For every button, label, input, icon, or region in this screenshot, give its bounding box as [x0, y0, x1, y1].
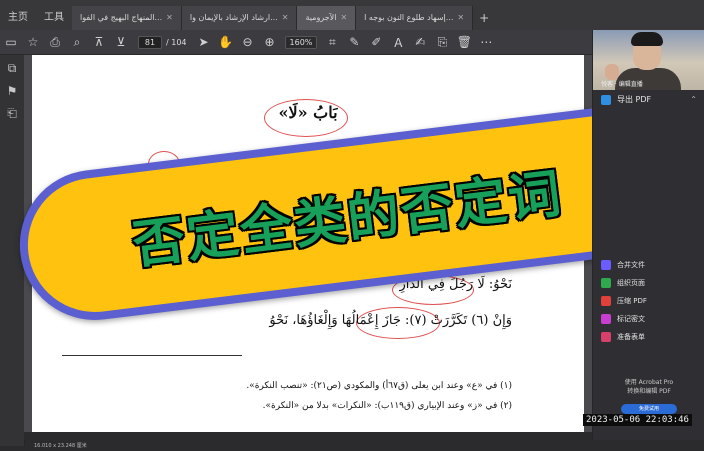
text-edit-icon[interactable]: Ａ: [387, 32, 409, 52]
zoom-out-icon[interactable]: ⊖: [237, 32, 259, 52]
tool-prepare-form[interactable]: 准备表单: [601, 328, 701, 346]
tool-combine-files[interactable]: 合并文件: [601, 256, 701, 274]
tool-label: 准备表单: [617, 333, 645, 341]
bookmark-star-icon[interactable]: ☆: [22, 32, 44, 52]
prev-page-icon[interactable]: ⊼: [88, 32, 110, 52]
close-icon[interactable]: ✕: [340, 6, 347, 30]
right-panel: 悦客 · 编辑直播 导出 PDF ⌃ 合并文件 组织页面 压缩 PDF 标记密文…: [592, 30, 704, 440]
highlight-icon[interactable]: ✐: [365, 32, 387, 52]
comment-icon[interactable]: ✎: [343, 32, 365, 52]
redact-icon: [601, 314, 611, 324]
thumbnails-icon[interactable]: ⧉: [8, 61, 17, 76]
status-bar: 16.010 x 23.248 厘米: [24, 432, 592, 449]
attachments-icon[interactable]: ⎗: [7, 106, 17, 121]
tool-redact[interactable]: 标记密文: [601, 310, 701, 328]
tab-label: ارشاد الإرشاد بالإيمان وا...: [189, 13, 278, 22]
webcam-caption: 悦客 · 编辑直播: [601, 81, 643, 88]
tab-bar: 主页 工具 المنهاج البهيج في الفوا... ✕ ارشاد …: [0, 0, 704, 30]
page-number-input[interactable]: 81: [138, 35, 162, 49]
search-icon[interactable]: ⌕: [66, 32, 88, 52]
footnote-divider: [62, 355, 242, 356]
promo-line: 使用 Acrobat Pro: [624, 379, 674, 386]
zoom-level[interactable]: 160%: [284, 35, 318, 49]
combine-files-icon: [601, 260, 611, 270]
tab-document-1[interactable]: المنهاج البهيج في الفوا... ✕: [72, 6, 182, 30]
presenter-hand: [605, 64, 619, 80]
page-indicator: 81 / 104: [138, 35, 187, 49]
page-total: / 104: [166, 37, 187, 47]
organize-pages-icon: [601, 278, 611, 288]
tool-label: 合并文件: [617, 261, 645, 269]
close-icon[interactable]: ✕: [166, 6, 173, 30]
toolbar: ▭ ☆ ⎙ ⌕ ⊼ ⊻ 81 / 104 ➤ ✋ ⊖ ⊕ 160% ⌗ ✎ ✐ …: [0, 30, 592, 55]
next-page-icon[interactable]: ⊻: [110, 32, 132, 52]
print-icon[interactable]: ⎙: [44, 32, 66, 52]
more-icon[interactable]: ⋯: [475, 32, 497, 52]
export-pdf-label: 导出 PDF: [617, 95, 652, 104]
new-file-icon[interactable]: ▭: [0, 32, 22, 52]
tab-document-4[interactable]: إسهاد طلوع النون بوجه ا... ✕: [356, 6, 474, 30]
timestamp-overlay: 2023-05-06 22:03:46: [583, 414, 692, 426]
bookmarks-icon[interactable]: ⚑: [7, 84, 18, 98]
close-icon[interactable]: ✕: [282, 6, 289, 30]
free-trial-button[interactable]: 免费试用: [621, 404, 677, 414]
tool-label: 标记密文: [617, 315, 645, 323]
footnote: (٢) في «ز» وعند الإبياري (ق١١٩ب): «النكر…: [262, 401, 512, 411]
compress-pdf-icon: [601, 296, 611, 306]
close-icon[interactable]: ✕: [457, 6, 464, 30]
sign-icon[interactable]: ✍: [409, 32, 431, 52]
promo-line: 转换和编辑 PDF: [627, 388, 671, 395]
acrobat-promo: 使用 Acrobat Pro 转换和编辑 PDF: [597, 378, 701, 396]
tools-list: 合并文件 组织页面 压缩 PDF 标记密文 准备表单: [601, 256, 701, 346]
footnote: (١) في «ع» وعند ابن يعلى (ق٦٧أ) والمكودي…: [246, 381, 512, 391]
crop-icon[interactable]: ⌗: [321, 32, 343, 52]
text-line: وَإِنْ (٦) تَكَرَّرَتْ (٧): جَازَ إِعْمَ…: [269, 313, 512, 328]
export-pdf-icon: [601, 94, 611, 105]
webcam-overlay: 悦客 · 编辑直播: [593, 30, 704, 90]
tool-compress-pdf[interactable]: 压缩 PDF: [601, 292, 701, 310]
export-pdf-button[interactable]: 导出 PDF ⌃: [601, 94, 697, 105]
tab-label: الآجرومية: [305, 13, 337, 22]
banner-title: 否定全类的否定词: [129, 163, 566, 276]
tool-label: 组织页面: [617, 279, 645, 287]
tab-document-3[interactable]: الآجرومية ✕: [297, 6, 357, 30]
menu-home[interactable]: 主页: [0, 6, 36, 30]
menu-tools[interactable]: 工具: [36, 6, 72, 30]
zoom-in-icon[interactable]: ⊕: [259, 32, 281, 52]
tool-organize-pages[interactable]: 组织页面: [601, 274, 701, 292]
tool-label: 压缩 PDF: [617, 297, 647, 305]
select-cursor-icon[interactable]: ➤: [193, 32, 215, 52]
hand-tool-icon[interactable]: ✋: [215, 32, 237, 52]
presenter-hair: [631, 32, 663, 46]
stamp-icon[interactable]: ⎘: [431, 32, 453, 52]
tab-label: المنهاج البهيج في الفوا...: [80, 13, 163, 22]
tab-label: إسهاد طلوع النون بوجه ا...: [364, 13, 454, 22]
page-size-readout: 16.010 x 23.248 厘米: [34, 443, 87, 449]
new-tab-icon[interactable]: +: [473, 6, 495, 30]
delete-icon[interactable]: 🗑: [453, 32, 475, 52]
tab-document-2[interactable]: ارشاد الإرشاد بالإيمان وا... ✕: [181, 6, 298, 30]
chevron-up-icon[interactable]: ⌃: [690, 95, 697, 104]
prepare-form-icon: [601, 332, 611, 342]
